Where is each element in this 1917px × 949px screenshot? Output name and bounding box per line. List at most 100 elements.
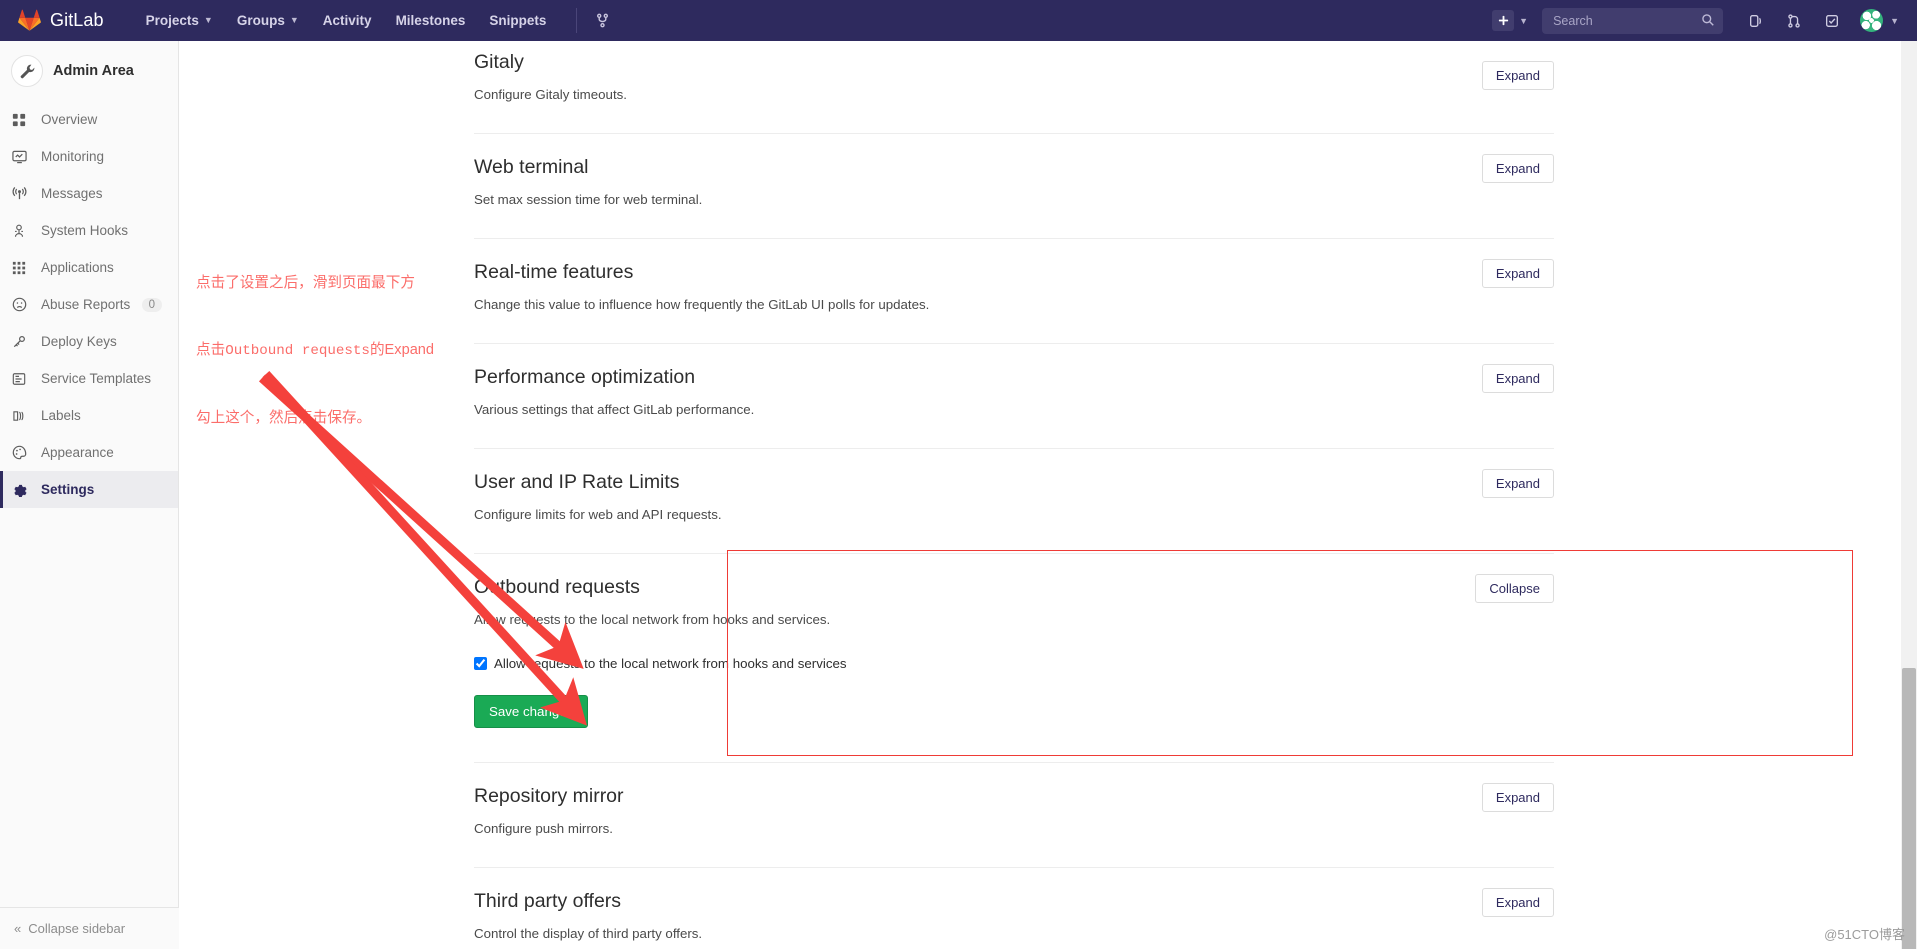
section-title: Repository mirror xyxy=(474,785,624,807)
search-input[interactable] xyxy=(1551,12,1715,29)
section-real-time-features: Real-time features Change this value to … xyxy=(474,238,1554,343)
sidebar-item-label: Overview xyxy=(41,112,98,127)
chevron-down-icon: ▼ xyxy=(203,15,213,25)
expand-button-third-party-offers[interactable]: Expand xyxy=(1481,888,1554,917)
sidebar-item-deploy-keys[interactable]: Deploy Keys xyxy=(0,323,178,360)
monitor-icon xyxy=(12,149,32,164)
section-performance-optimization: Performance optimization Various setting… xyxy=(474,343,1554,448)
nav-item-projects[interactable]: Projects ▼ xyxy=(134,0,225,41)
settings-sections: Gitaly Configure Gitaly timeouts. Expand… xyxy=(474,41,1554,949)
sidebar-item-label: Settings xyxy=(41,482,95,497)
sidebar-item-label: Applications xyxy=(41,260,114,275)
section-description: Various settings that affect GitLab perf… xyxy=(474,402,755,418)
sidebar-item-messages[interactable]: Messages xyxy=(0,175,178,212)
sidebar-item-label: Monitoring xyxy=(41,149,105,164)
expand-button-gitaly[interactable]: Expand xyxy=(1481,61,1554,90)
collapse-sidebar-button[interactable]: « Collapse sidebar xyxy=(0,907,179,949)
sidebar-item-label: Deploy Keys xyxy=(41,334,117,349)
watermark: @51CTO博客 xyxy=(1824,927,1905,942)
section-title: Third party offers xyxy=(474,890,622,912)
broadcast-icon xyxy=(12,186,32,201)
search-box[interactable] xyxy=(1542,7,1724,34)
section-description: Control the display of third party offer… xyxy=(474,926,703,942)
sidebar-item-appearance[interactable]: Appearance xyxy=(0,434,178,471)
issues-icon[interactable] xyxy=(1813,13,1851,29)
abuse-icon xyxy=(12,297,32,312)
top-navbar: GitLab Projects ▼ Groups ▼ Activity Mile… xyxy=(0,0,1917,41)
fork-icon[interactable] xyxy=(587,13,618,28)
todos-icon[interactable] xyxy=(1737,13,1775,29)
sidebar-item-settings[interactable]: Settings xyxy=(0,471,178,508)
abuse-reports-badge: 0 xyxy=(141,297,162,312)
allow-local-network-label[interactable]: Allow requests to the local network from… xyxy=(494,656,847,671)
annotation-line-2-post: 的Expand xyxy=(369,341,435,358)
section-description: Configure push mirrors. xyxy=(474,821,613,837)
new-dropdown[interactable]: ▼ xyxy=(1492,10,1528,31)
nav-item-groups-label: Groups xyxy=(236,13,285,28)
section-title: Outbound requests xyxy=(474,576,640,598)
section-outbound-requests: Outbound requests Allow requests to the … xyxy=(474,553,1554,762)
collapse-sidebar-label: Collapse sidebar xyxy=(28,921,126,936)
expand-button-web-terminal[interactable]: Expand xyxy=(1481,154,1554,183)
sidebar-item-applications[interactable]: Applications xyxy=(0,249,178,286)
allow-local-network-checkbox[interactable] xyxy=(474,657,487,670)
sidebar-item-service-templates[interactable]: Service Templates xyxy=(0,360,178,397)
sidebar-menu: Overview Monitoring Messages System Hook… xyxy=(0,101,178,508)
nav-item-snippets[interactable]: Snippets xyxy=(477,0,558,41)
section-gitaly: Gitaly Configure Gitaly timeouts. Expand xyxy=(474,41,1554,133)
avatar xyxy=(1860,9,1884,32)
allow-local-network-row: Allow requests to the local network from… xyxy=(474,656,1554,671)
annotation-line-2-mono: Outbound requests xyxy=(225,342,370,359)
vertical-scrollbar-track[interactable] xyxy=(1901,41,1917,949)
hook-icon xyxy=(12,224,32,238)
annotation-line-1: 点击了设置之后，滑到页面最下方 xyxy=(196,275,415,292)
expand-button-user-ip-rate-limits[interactable]: Expand xyxy=(1481,469,1554,498)
user-menu[interactable]: ▼ xyxy=(1851,9,1899,32)
section-title: Real-time features xyxy=(474,261,634,283)
merge-requests-icon[interactable] xyxy=(1775,13,1813,29)
navbar-divider xyxy=(576,8,578,33)
navbar-menu: Projects ▼ Groups ▼ Activity Milestones … xyxy=(134,0,559,41)
nav-item-groups[interactable]: Groups ▼ xyxy=(225,0,311,41)
plus-icon[interactable] xyxy=(1492,10,1515,31)
key-icon xyxy=(12,335,32,349)
expand-button-real-time-features[interactable]: Expand xyxy=(1481,259,1554,288)
sidebar-item-overview[interactable]: Overview xyxy=(0,101,178,138)
nav-item-projects-label: Projects xyxy=(145,13,199,28)
sidebar-item-abuse-reports[interactable]: Abuse Reports 0 xyxy=(0,286,178,323)
section-web-terminal: Web terminal Set max session time for we… xyxy=(474,133,1554,238)
vertical-scrollbar-thumb[interactable] xyxy=(1902,668,1916,949)
sidebar-item-labels[interactable]: Labels xyxy=(0,397,178,434)
nav-item-milestones[interactable]: Milestones xyxy=(384,0,478,41)
wrench-icon xyxy=(11,55,43,87)
navbar-right: ▼ Search ▼ xyxy=(1492,0,1917,41)
sidebar-item-monitoring[interactable]: Monitoring xyxy=(0,138,178,175)
annotation-line-2: 点击Outbound requests的Expand xyxy=(196,339,434,363)
brand-name: GitLab xyxy=(50,10,104,30)
sidebar-item-label: Appearance xyxy=(41,445,114,460)
section-title: Gitaly xyxy=(474,51,524,73)
expand-button-performance-optimization[interactable]: Expand xyxy=(1481,364,1554,393)
section-title: Web terminal xyxy=(474,156,589,178)
annotation-text: 点击了设置之后，滑到页面最下方 点击Outbound requests的Expa… xyxy=(196,228,434,473)
navbar-left: GitLab Projects ▼ Groups ▼ Activity Mile… xyxy=(0,0,618,41)
gitlab-brand-link[interactable]: GitLab xyxy=(0,0,112,41)
sidebar-title: Admin Area xyxy=(53,63,134,79)
nav-item-activity[interactable]: Activity xyxy=(311,0,384,41)
apps-icon xyxy=(12,261,32,275)
save-changes-button[interactable]: Save changes xyxy=(474,695,589,728)
annotation-line-3: 勾上这个，然后点击保存。 xyxy=(196,409,372,426)
expand-button-repository-mirror[interactable]: Expand xyxy=(1481,783,1554,812)
annotation-line-2-pre: 点击 xyxy=(196,341,226,358)
collapse-button-outbound-requests[interactable]: Collapse xyxy=(1475,574,1554,603)
nav-item-activity-label: Activity xyxy=(322,13,372,28)
section-description: Configure Gitaly timeouts. xyxy=(474,87,627,103)
sidebar-item-label: System Hooks xyxy=(41,223,129,238)
nav-item-snippets-label: Snippets xyxy=(489,13,547,28)
sidebar-item-system-hooks[interactable]: System Hooks xyxy=(0,212,178,249)
sidebar-header: Admin Area xyxy=(0,41,178,101)
section-title: Performance optimization xyxy=(474,366,696,388)
chevron-down-icon: ▼ xyxy=(1519,15,1529,26)
sidebar-item-label: Service Templates xyxy=(41,371,152,386)
gear-icon xyxy=(12,482,32,497)
